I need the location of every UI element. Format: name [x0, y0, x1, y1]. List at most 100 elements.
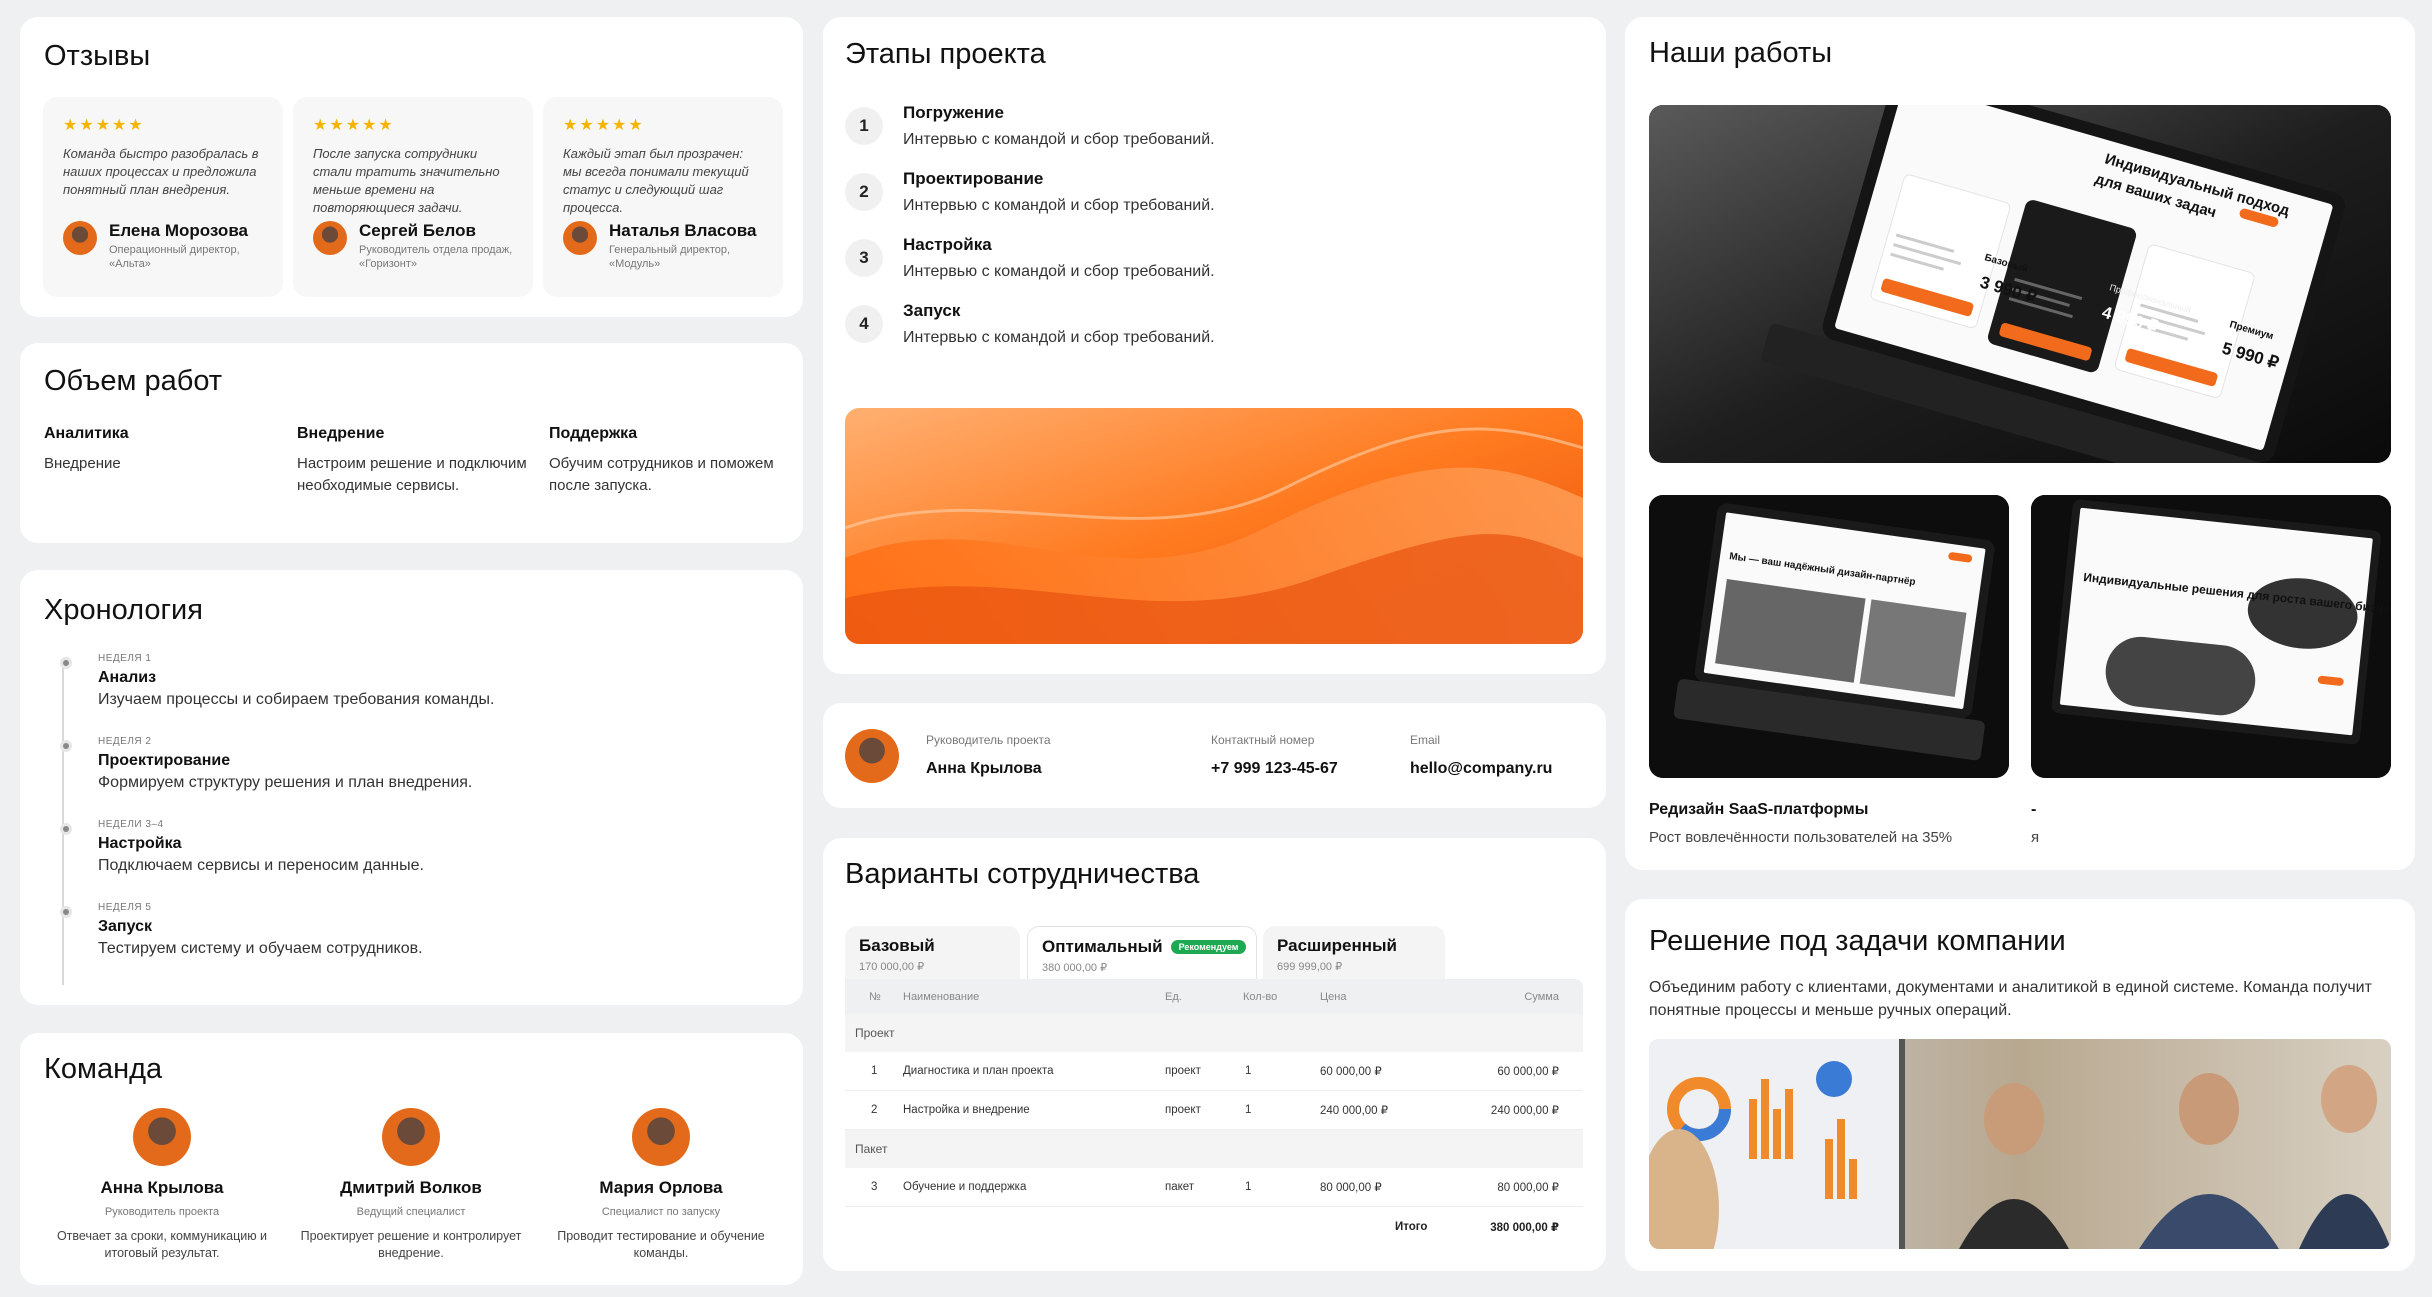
case2-title[interactable]: -: [2031, 801, 2036, 819]
pricing-title: Варианты сотрудничества: [845, 858, 1200, 890]
pricing-card: Варианты сотрудничества Базовый 170 000,…: [823, 838, 1606, 1271]
scope-column: Поддержка Обучим сотрудников и поможем п…: [549, 425, 779, 497]
row-qty: 1: [1245, 1065, 1252, 1077]
timeline-card: Хронология НЕДЕЛЯ 1 Анализ Изучаем проце…: [20, 570, 803, 1005]
case2-desc: я: [2031, 829, 2040, 846]
stages-title: Этапы проекта: [845, 38, 1046, 70]
avatar: [63, 221, 97, 255]
col-qty: Кол-во: [1243, 990, 1278, 1003]
review-author-name: Сергей Белов: [359, 221, 476, 240]
team-member: Анна Крылова Руководитель проекта Отвеча…: [42, 1108, 282, 1262]
row-qty: 1: [1245, 1181, 1252, 1193]
avatar: [133, 1108, 191, 1166]
row-sum: 60 000,00 ₽: [1497, 1066, 1559, 1078]
tab-name: Расширенный: [1277, 936, 1397, 955]
review-author-name: Елена Морозова: [109, 221, 248, 240]
scope-title: Объем работ: [44, 365, 223, 397]
review-card: ★★★★★ После запуска сотрудники стали тра…: [293, 97, 533, 297]
row-sum: 240 000,00 ₽: [1490, 1105, 1559, 1117]
timeline-dot: [60, 823, 72, 835]
row-num: 1: [871, 1065, 878, 1077]
row-unit: проект: [1165, 1065, 1201, 1077]
col-name: Наименование: [903, 990, 980, 1003]
stage-title: Погружение: [903, 103, 1004, 122]
row-qty: 1: [1245, 1104, 1252, 1116]
scope-card: Объем работ Аналитика Внедрение Внедрени…: [20, 343, 803, 543]
solution-title: Решение под задачи компании: [1649, 925, 2066, 957]
email-label: Email: [1410, 733, 1441, 747]
phone-link[interactable]: +7 999 123-45-67: [1211, 760, 1338, 778]
scope-column-title: Поддержка: [549, 425, 638, 442]
table-total: Итого 380 000,00 ₽: [845, 1207, 1583, 1246]
timeline-item-desc: Тестируем систему и обучаем сотрудников.: [98, 940, 423, 957]
scope-column-desc: Настроим решение и подключим необходимые…: [297, 455, 527, 494]
abstract-orange-banner: [845, 408, 1583, 644]
portfolio-image-monitor[interactable]: Индивидуальные решения для роста вашего …: [2031, 495, 2391, 778]
table-group: Пакет: [845, 1130, 1583, 1168]
row-name: Настройка и внедрение: [903, 1104, 1030, 1116]
review-text: После запуска сотрудники стали тратить з…: [313, 146, 500, 215]
works-card: Наши работы Индивидуальный подход для ва…: [1625, 17, 2415, 870]
timeline-week: НЕДЕЛИ 3–4: [98, 819, 164, 830]
row-name: Диагностика и план проекта: [903, 1065, 1054, 1077]
review-author-role: Руководитель отдела продаж, «Горизонт»: [359, 244, 513, 270]
rating-stars: ★★★★★: [313, 117, 395, 134]
stage-item: 3 Настройка Интервью с командой и сбор т…: [845, 235, 1215, 281]
stage-item: 1 Погружение Интервью с командой и сбор …: [845, 103, 1215, 149]
table-row: 2 Настройка и внедрение проект 1 240 000…: [845, 1091, 1583, 1130]
member-desc: Проектирует решение и контролирует внедр…: [300, 1229, 522, 1260]
timeline-item-title: Настройка: [98, 835, 182, 852]
portfolio-image-laptop[interactable]: Мы — ваш надёжный дизайн-партнёр: [1649, 495, 2009, 778]
phone-label: Контактный номер: [1211, 733, 1315, 747]
avatar: [632, 1108, 690, 1166]
portfolio-featured-image[interactable]: Индивидуальный подход для ваших задач Ба…: [1649, 105, 2391, 463]
tab-optimal[interactable]: Оптимальный Рекомендуем 380 000,00 ₽: [1027, 926, 1257, 980]
avatar: [313, 221, 347, 255]
review-card: ★★★★★ Каждый этап был прозрачен: мы всег…: [543, 97, 783, 297]
case-title[interactable]: Редизайн SaaS-платформы: [1649, 801, 1868, 819]
member-role: Специалист по запуску: [601, 1206, 721, 1218]
col-num: №: [869, 990, 881, 1003]
member-role: Ведущий специалист: [356, 1206, 466, 1218]
email-link[interactable]: hello@company.ru: [1410, 760, 1552, 778]
row-price: 80 000,00 ₽: [1320, 1182, 1382, 1194]
scope-column-title: Аналитика: [44, 425, 129, 442]
col-price: Цена: [1320, 990, 1347, 1003]
recommended-badge: Рекомендуем: [1170, 940, 1247, 954]
stage-desc: Интервью с командой и сбор требований.: [903, 197, 1215, 214]
timeline-week: НЕДЕЛЯ 5: [98, 902, 152, 913]
solution-text: Объединим работу с клиентами, документам…: [1649, 979, 2372, 1019]
stage-item: 2 Проектирование Интервью с командой и с…: [845, 169, 1215, 215]
tab-price: 170 000,00 ₽: [859, 961, 925, 973]
works-title: Наши работы: [1649, 37, 1833, 69]
timeline-item: НЕДЕЛЯ 5 Запуск Тестируем систему и обуч…: [60, 902, 423, 958]
row-num: 2: [871, 1104, 878, 1116]
row-price: 60 000,00 ₽: [1320, 1066, 1382, 1078]
table-header: № Наименование Ед. Кол-во Цена Сумма: [845, 979, 1583, 1014]
timeline-item: НЕДЕЛИ 3–4 Настройка Подключаем сервисы …: [60, 819, 424, 875]
member-desc: Отвечает за сроки, коммуникацию и итогов…: [56, 1229, 268, 1260]
manager-name: Анна Крылова: [926, 760, 1042, 777]
tab-name: Оптимальный: [1042, 937, 1163, 956]
timeline-dot: [60, 906, 72, 918]
timeline-dot: [60, 657, 72, 669]
timeline-item-title: Запуск: [98, 918, 152, 935]
group-name: Проект: [855, 1026, 895, 1040]
stage-title: Проектирование: [903, 169, 1044, 188]
stage-desc: Интервью с командой и сбор требований.: [903, 329, 1215, 346]
review-author-role: Генеральный директор, «Модуль»: [609, 244, 731, 270]
rating-stars: ★★★★★: [563, 117, 645, 134]
solution-card: Решение под задачи компании Объединим ра…: [1625, 899, 2415, 1271]
case-desc: Рост вовлечённости пользователей на 35%: [1649, 829, 1953, 846]
tab-basic[interactable]: Базовый 170 000,00 ₽: [845, 926, 1020, 980]
stage-title: Настройка: [903, 235, 992, 254]
tab-price: 699 999,00 ₽: [1277, 961, 1343, 973]
table-group: Проект: [845, 1014, 1583, 1052]
reviews-card: Отзывы ★★★★★ Команда быстро разобралась …: [20, 17, 803, 317]
timeline-week: НЕДЕЛЯ 1: [98, 653, 152, 664]
review-author-name: Наталья Власова: [609, 221, 757, 240]
review-text: Команда быстро разобралась в наших проце…: [63, 146, 259, 197]
row-unit: пакет: [1165, 1181, 1195, 1193]
row-num: 3: [871, 1181, 878, 1193]
tab-extended[interactable]: Расширенный 699 999,00 ₽: [1263, 926, 1445, 980]
